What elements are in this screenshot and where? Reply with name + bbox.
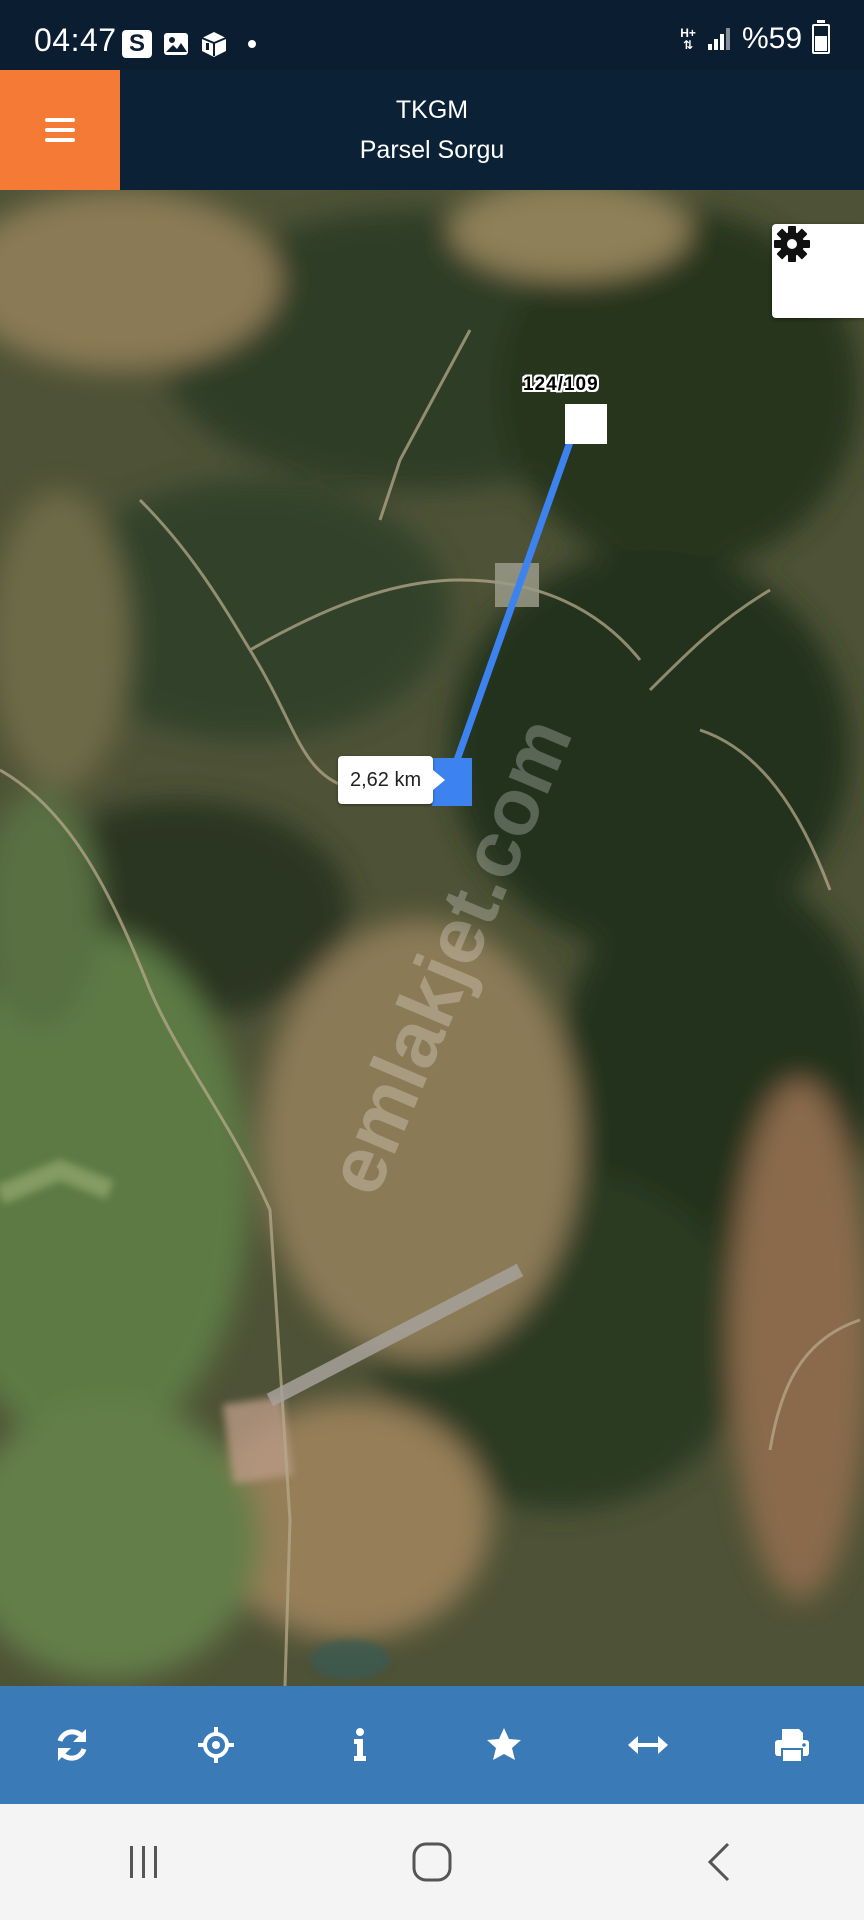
status-time: 04:47: [34, 22, 117, 58]
bottom-toolbar: [0, 1686, 864, 1804]
hamburger-icon: [45, 118, 75, 142]
home-button[interactable]: [372, 1822, 492, 1902]
star-icon: [487, 1728, 521, 1760]
status-bar: 04:47 S H+ ⇅ %59: [0, 0, 864, 70]
app-title-line1: TKGM: [395, 96, 469, 124]
battery-percent: %59: [741, 22, 802, 55]
info-icon: [354, 1728, 366, 1761]
locate-button[interactable]: [176, 1705, 256, 1785]
app-title-line2: Parsel Sorgu: [359, 136, 505, 164]
home-icon: [412, 1842, 452, 1882]
favorite-button[interactable]: [464, 1705, 544, 1785]
measure-button[interactable]: [608, 1705, 688, 1785]
menu-button[interactable]: [0, 70, 120, 190]
parcel-marker[interactable]: [565, 404, 607, 444]
network-type-icon: H+ ⇅: [680, 27, 696, 51]
back-button[interactable]: [660, 1822, 780, 1902]
s-app-icon: S: [122, 30, 152, 58]
notification-icons: S: [122, 30, 256, 58]
recent-apps-icon: [130, 1846, 157, 1878]
print-icon: [775, 1729, 809, 1763]
satellite-map[interactable]: emlakjet.com 124/109 2,62 km: [0, 190, 864, 1686]
back-icon: [707, 1842, 730, 1882]
app-bar: TKGM Parsel Sorgu: [0, 70, 864, 190]
refresh-icon: [57, 1729, 87, 1761]
status-right: H+ ⇅ %59: [680, 20, 830, 56]
recent-apps-button[interactable]: [84, 1822, 204, 1902]
info-button[interactable]: [320, 1705, 400, 1785]
signal-icon: [707, 28, 730, 50]
gear-icon: [774, 226, 810, 262]
app-title: TKGM Parsel Sorgu: [120, 70, 864, 190]
system-nav-bar: [0, 1804, 864, 1920]
parcel-label: 124/109: [523, 374, 599, 395]
more-notifications-icon: [248, 40, 256, 48]
data-arrows-icon: ⇅: [683, 38, 694, 52]
measure-icon: [628, 1736, 668, 1754]
distance-label: 2,62 km: [338, 756, 446, 804]
package-icon: [201, 32, 227, 57]
crosshair-icon: [198, 1727, 234, 1763]
refresh-button[interactable]: [32, 1705, 112, 1785]
settings-button[interactable]: [772, 224, 864, 318]
gallery-icon: [164, 33, 188, 55]
battery-icon: [812, 20, 830, 54]
print-button[interactable]: [752, 1705, 832, 1785]
